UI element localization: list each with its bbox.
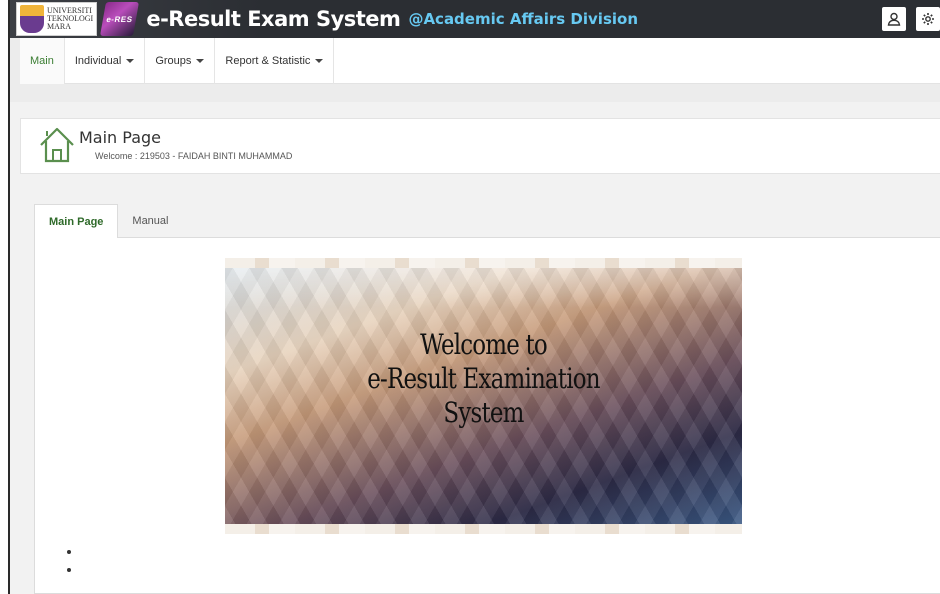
nav-item-label: Report & Statistic xyxy=(225,55,311,67)
user-icon xyxy=(887,12,901,26)
tab-content: Welcome to e-Result Examination System xyxy=(34,237,940,594)
brand-area: UNIVERSITI TEKNOLOGI MARA e-RES e-Result… xyxy=(10,0,638,38)
tab-manual[interactable]: Manual xyxy=(118,204,182,238)
nav-item-label: Individual xyxy=(74,55,122,67)
bullet-list xyxy=(67,550,71,586)
home-icon xyxy=(40,127,74,163)
app-subtitle: @Academic Affairs Division xyxy=(408,10,638,28)
banner-line: Welcome to xyxy=(420,328,548,361)
page-title: Main Page xyxy=(79,128,162,147)
tab-container: Main Page Manual Welcome to e-Result Exa… xyxy=(34,204,940,594)
eres-logo: e-RES xyxy=(100,2,140,36)
user-button[interactable] xyxy=(882,7,906,31)
page-header: Main Page Welcome : 219503 - FAIDAH BINT… xyxy=(20,118,940,174)
list-item xyxy=(67,550,71,554)
uitm-logo-line: MARA xyxy=(47,22,72,31)
gear-icon xyxy=(922,13,934,25)
nav-item-label: Groups xyxy=(155,55,192,67)
chevron-down-icon xyxy=(126,59,135,63)
top-header: UNIVERSITI TEKNOLOGI MARA e-RES e-Result… xyxy=(10,0,940,38)
chevron-down-icon xyxy=(315,59,324,63)
tab-main-page[interactable]: Main Page xyxy=(34,204,119,238)
banner-text: Welcome to e-Result Examination System xyxy=(272,328,696,430)
nav-strip: Main Individual Groups Report & Statisti… xyxy=(20,38,940,84)
nav-item-main[interactable]: Main xyxy=(20,38,65,84)
list-item xyxy=(67,568,71,572)
app-title: e-Result Exam System xyxy=(146,7,401,31)
nav-item-groups[interactable]: Groups xyxy=(145,38,216,84)
welcome-banner: Welcome to e-Result Examination System xyxy=(225,258,742,534)
chevron-down-icon xyxy=(196,59,205,63)
app-frame: UNIVERSITI TEKNOLOGI MARA e-RES e-Result… xyxy=(8,0,940,594)
banner-line: System xyxy=(443,396,524,429)
welcome-text: Welcome : 219503 - FAIDAH BINTI MUHAMMAD xyxy=(95,151,293,161)
tab-bar: Main Page Manual xyxy=(34,204,940,238)
main-navbar: Main Individual Groups Report & Statisti… xyxy=(10,38,940,102)
banner-line: e-Result Examination xyxy=(367,362,600,395)
nav-item-individual[interactable]: Individual xyxy=(65,38,146,84)
uitm-crest-icon xyxy=(20,5,44,33)
nav-item-label: Main xyxy=(30,55,54,67)
settings-button[interactable] xyxy=(916,7,940,31)
uitm-logo: UNIVERSITI TEKNOLOGI MARA xyxy=(16,2,98,36)
nav-item-report-statistic[interactable]: Report & Statistic xyxy=(215,38,335,84)
